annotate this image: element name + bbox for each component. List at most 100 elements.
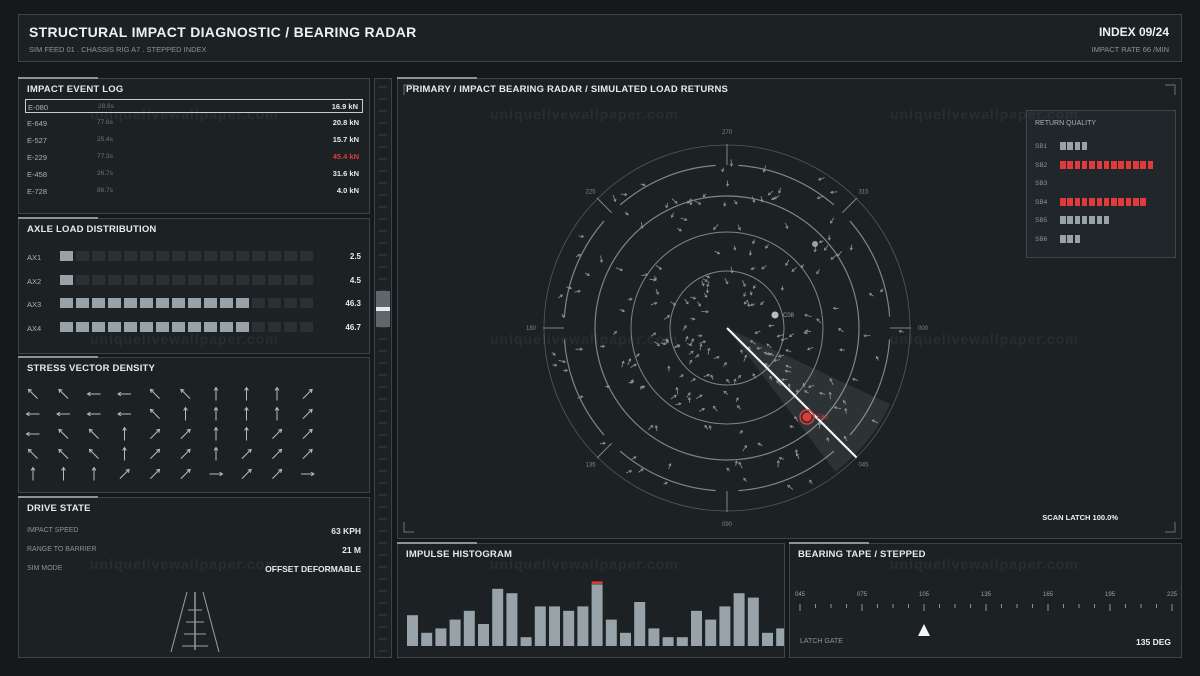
radar-return-vector	[599, 255, 604, 263]
event-id: E-527	[27, 136, 48, 145]
radar-return-vector	[584, 272, 591, 276]
radar-target-small	[812, 241, 818, 247]
radar-return-vector	[695, 394, 703, 400]
radar-return-vector	[640, 183, 646, 187]
return-quality-label: SB5	[1035, 217, 1048, 224]
radar-return-vector	[612, 330, 617, 336]
stress-vector-arrow	[86, 391, 101, 397]
return-quality-segment	[1133, 160, 1139, 169]
histogram-bar	[520, 637, 532, 646]
axle-load-segment	[108, 274, 121, 285]
radar-bearing-label: 000	[918, 326, 929, 332]
event-id: E-728	[27, 187, 48, 196]
radar-return-vector	[743, 292, 747, 298]
stress-vector-arrow	[61, 466, 66, 481]
radar-return-vector	[733, 200, 738, 205]
radar-return-vector	[791, 267, 797, 272]
radar-bearing-label: 315	[858, 190, 869, 196]
scroll-thumb[interactable]	[376, 291, 390, 327]
event-time: 28.6s	[98, 103, 114, 110]
axle-load-segment	[252, 274, 265, 285]
radar-return-vector	[664, 340, 669, 345]
return-quality-segment	[1067, 197, 1073, 206]
radar-return-vector	[699, 340, 707, 344]
event-row[interactable]: E-527 25.4s 15.7 kN	[25, 133, 363, 147]
axle-load-segment	[204, 274, 217, 285]
radar-return-vector	[816, 318, 822, 324]
event-row[interactable]: E-649 77.6s 20.8 kN	[25, 116, 363, 130]
radar-return-vector	[702, 278, 708, 282]
radar-return-vector	[735, 397, 739, 403]
radar-return-vector	[754, 330, 761, 335]
bearing-pointer	[918, 624, 930, 636]
radar-return-vector	[654, 341, 661, 347]
histogram-bar	[407, 615, 418, 646]
radar-return-vector	[682, 325, 687, 331]
stress-vector-arrow	[272, 448, 283, 459]
radar-return-vector	[743, 477, 747, 482]
corner-bracket	[1165, 84, 1176, 95]
corner-bracket	[403, 84, 414, 95]
radar-return-vector	[761, 265, 767, 270]
radar-return-vector	[757, 442, 763, 447]
radar-return-vector	[752, 239, 756, 245]
event-row[interactable]: E-229 77.3s 45.4 kN	[25, 150, 363, 164]
radar-return-vector	[778, 187, 782, 194]
histogram-bar	[691, 610, 702, 646]
axle-label: AX1	[27, 253, 42, 262]
axle-load-segment	[124, 321, 137, 332]
radar-return-vector	[690, 317, 696, 321]
stress-vector-arrow	[27, 448, 38, 459]
event-row[interactable]: E-080 28.6s 16.9 kN	[25, 99, 363, 113]
return-quality-segment	[1140, 197, 1146, 206]
stress-vector-arrow	[302, 388, 313, 399]
stress-vector-arrow	[180, 468, 191, 479]
axle-load-segment	[172, 251, 185, 261]
radar-return-vector	[640, 221, 644, 229]
histogram-bar	[591, 584, 603, 646]
axle-load-segment	[76, 251, 89, 261]
impulse-histogram-panel: IMPULSE HISTOGRAM	[397, 542, 785, 658]
axle-load-segment	[140, 321, 153, 332]
radar-return-vector	[778, 456, 785, 461]
stress-vector-arrow	[122, 426, 127, 441]
radar-return-vector	[733, 378, 737, 384]
radar-return-vector	[724, 278, 729, 285]
stress-vector-arrow	[213, 386, 219, 401]
stress-vector-arrow	[241, 468, 252, 479]
axle-load-segment	[172, 298, 185, 308]
event-time: 77.6s	[97, 119, 113, 126]
return-quality-segment	[1125, 197, 1132, 206]
stress-vector-arrow	[274, 386, 280, 401]
radar-return-vector	[809, 479, 813, 485]
axle-value: 4.5	[349, 275, 361, 285]
axle-load-segment	[140, 298, 153, 308]
bearing-tape-label: 195	[1105, 592, 1116, 598]
scroll-track[interactable]	[374, 78, 392, 658]
return-quality-segment	[1147, 160, 1154, 169]
impact-rate-readout: IMPACT RATE 66 /MIN	[1091, 45, 1169, 54]
histogram-bar	[563, 610, 575, 646]
radar-return-vector	[830, 217, 835, 224]
histogram-bar	[605, 619, 617, 646]
stress-vector-arrow	[58, 448, 69, 459]
stress-vector-arrow	[244, 426, 249, 441]
axle-load-segment	[284, 274, 297, 285]
stress-vector-arrow	[88, 428, 99, 439]
axle-label: AX3	[27, 300, 42, 309]
radar-return-vector	[752, 284, 756, 289]
event-row[interactable]: E-458 26.7s 31.6 kN	[25, 167, 363, 181]
axle-load-segment	[76, 321, 89, 332]
radar-return-vector	[723, 390, 729, 395]
event-row[interactable]: E-728 86.7s 4.0 kN	[25, 184, 363, 198]
axle-load-segment	[252, 298, 265, 308]
event-force: 16.9 kN	[331, 102, 358, 111]
radar-return-vector	[796, 452, 800, 460]
stress-vector-arrow	[150, 468, 161, 479]
radar-return-vector	[737, 224, 741, 231]
event-id: E-229	[27, 153, 48, 162]
axle-load-segment	[300, 274, 313, 285]
stress-vector-arrow	[180, 388, 191, 399]
axle-load-segment	[268, 251, 281, 261]
stress-vector-arrow	[25, 431, 40, 437]
